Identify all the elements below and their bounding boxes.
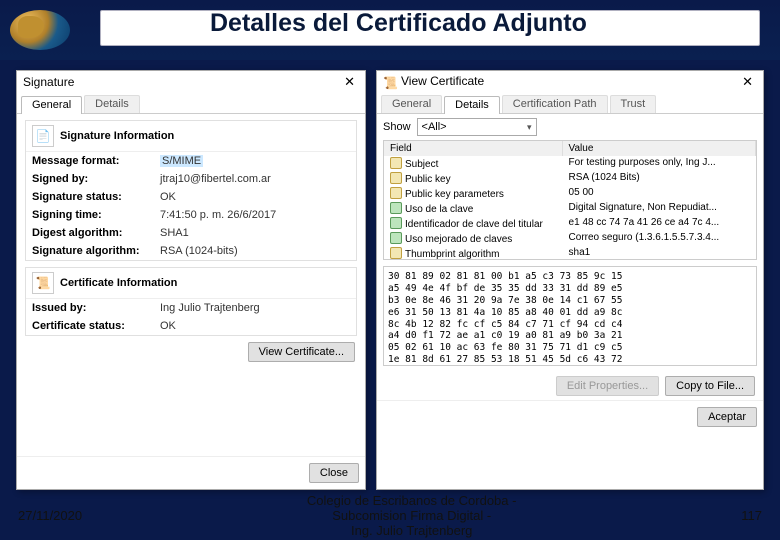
copy-to-file-button[interactable]: Copy to File... bbox=[665, 376, 755, 396]
table-row[interactable]: Uso mejorado de clavesCorreo seguro (1.3… bbox=[384, 231, 756, 246]
field-icon bbox=[390, 157, 402, 169]
digest-label: Digest algorithm: bbox=[32, 227, 152, 239]
footer-org-line3: Ing. Julio Trajtenberg bbox=[82, 523, 741, 538]
document-icon: 📄 bbox=[32, 125, 54, 147]
table-row[interactable]: Thumbprint algorithmsha1 bbox=[384, 246, 756, 260]
tab-general[interactable]: General bbox=[381, 95, 442, 113]
view-certificate-button[interactable]: View Certificate... bbox=[248, 342, 355, 362]
slide-number: 117 bbox=[741, 508, 762, 523]
show-select[interactable]: <All> ▾ bbox=[417, 118, 537, 136]
signature-dialog: Signature ✕ General Details 📄 Signature … bbox=[16, 70, 366, 490]
field-icon bbox=[390, 247, 402, 259]
sigalg-label: Signature algorithm: bbox=[32, 245, 152, 257]
column-field: Field bbox=[384, 141, 563, 156]
certificate-fields-grid[interactable]: Field Value SubjectFor testing purposes … bbox=[383, 140, 757, 260]
field-icon bbox=[390, 202, 402, 214]
close-icon[interactable]: ✕ bbox=[340, 74, 359, 90]
show-label: Show bbox=[383, 121, 411, 133]
slide-date: 27/11/2020 bbox=[18, 508, 82, 523]
table-row[interactable]: Uso de la claveDigital Signature, Non Re… bbox=[384, 201, 756, 216]
accept-button[interactable]: Aceptar bbox=[697, 407, 757, 427]
chevron-down-icon: ▾ bbox=[527, 122, 532, 133]
field-icon bbox=[390, 217, 402, 229]
sign-time-label: Signing time: bbox=[32, 209, 152, 221]
table-row[interactable]: Public keyRSA (1024 Bits) bbox=[384, 171, 756, 186]
certificate-icon: 📜 bbox=[383, 76, 397, 90]
table-row[interactable]: SubjectFor testing purposes only, Ing J.… bbox=[384, 156, 756, 171]
signature-info-heading: Signature Information bbox=[60, 130, 174, 142]
tab-trust[interactable]: Trust bbox=[610, 95, 657, 113]
field-icon bbox=[390, 232, 402, 244]
sigalg-value: RSA (1024-bits) bbox=[160, 245, 238, 257]
tab-details[interactable]: Details bbox=[444, 96, 500, 114]
issued-by-label: Issued by: bbox=[32, 302, 152, 314]
issued-by-value: Ing Julio Trajtenberg bbox=[160, 302, 260, 314]
column-value: Value bbox=[563, 141, 756, 156]
slide-footer: 27/11/2020 Colegio de Escribanos de Cord… bbox=[0, 490, 780, 540]
footer-org-line1: Colegio de Escribanos de Cordoba - bbox=[82, 493, 741, 508]
tab-certification-path[interactable]: Certification Path bbox=[502, 95, 608, 113]
signed-by-value: jtraj10@fibertel.com.ar bbox=[160, 173, 271, 185]
sign-time-value: 7:41:50 p. m. 26/6/2017 bbox=[160, 209, 276, 221]
digest-value: SHA1 bbox=[160, 227, 189, 239]
tab-general[interactable]: General bbox=[21, 96, 82, 114]
cert-status-label: Certificate status: bbox=[32, 320, 152, 332]
close-icon[interactable]: ✕ bbox=[738, 74, 757, 90]
globe-icon bbox=[10, 10, 70, 50]
view-certificate-dialog: 📜 View Certificate ✕ General Details Cert… bbox=[376, 70, 764, 490]
view-certificate-dialog-title: View Certificate bbox=[401, 74, 484, 88]
footer-org-line2: Subcomision Firma Digital - bbox=[82, 508, 741, 523]
hex-dump[interactable]: 30 81 89 02 81 81 00 b1 a5 c3 73 85 9c 1… bbox=[383, 266, 757, 366]
msg-format-value: S/MIME bbox=[160, 155, 203, 167]
field-icon bbox=[390, 172, 402, 184]
close-button[interactable]: Close bbox=[309, 463, 359, 483]
sig-status-label: Signature status: bbox=[32, 191, 152, 203]
msg-format-label: Message format: bbox=[32, 155, 152, 167]
show-select-value: <All> bbox=[422, 121, 447, 133]
certificate-icon: 📜 bbox=[32, 272, 54, 294]
certificate-info-heading: Certificate Information bbox=[60, 277, 177, 289]
cert-status-value: OK bbox=[160, 320, 176, 332]
tab-details[interactable]: Details bbox=[84, 95, 140, 113]
signature-dialog-title: Signature bbox=[23, 75, 74, 89]
field-icon bbox=[390, 187, 402, 199]
table-row[interactable]: Public key parameters05 00 bbox=[384, 186, 756, 201]
sig-status-value: OK bbox=[160, 191, 176, 203]
signed-by-label: Signed by: bbox=[32, 173, 152, 185]
table-row[interactable]: Identificador de clave del titulare1 48 … bbox=[384, 216, 756, 231]
slide-title: Detalles del Certificado Adjunto bbox=[210, 9, 587, 38]
edit-properties-button: Edit Properties... bbox=[556, 376, 659, 396]
